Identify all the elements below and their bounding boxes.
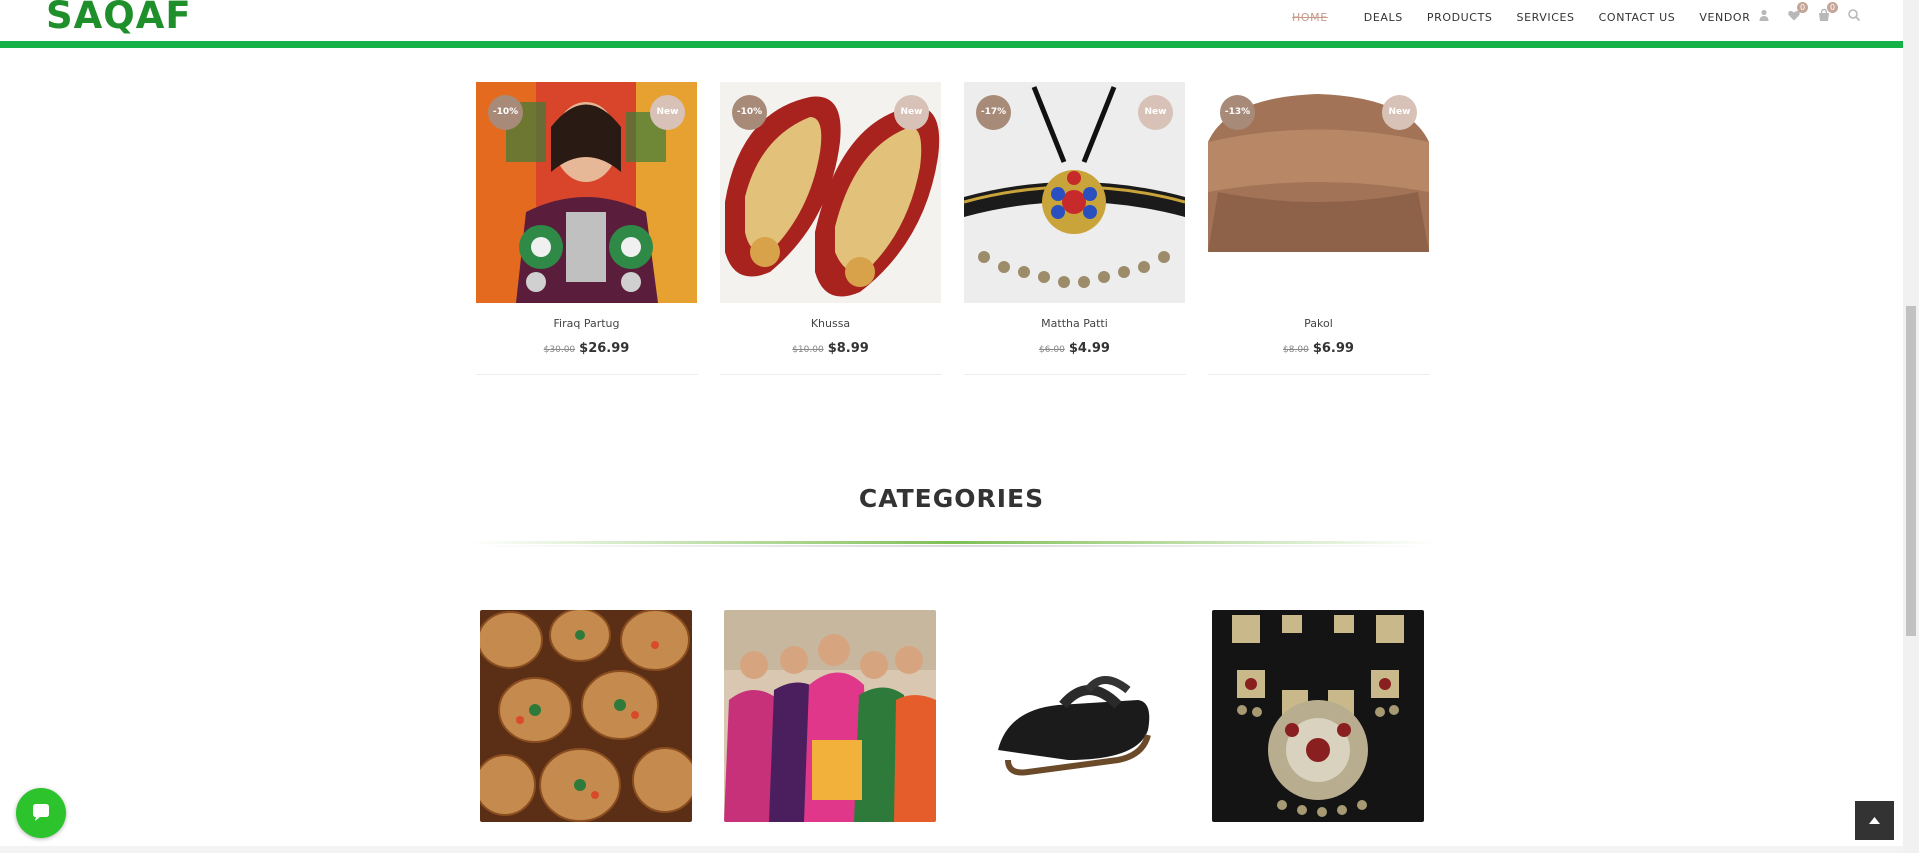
necklace-image[interactable] xyxy=(1212,610,1424,822)
old-price: $6.00 xyxy=(1039,345,1065,355)
site-header: SAQAF HOME DEALS PRODUCTS SERVICES CONTA… xyxy=(0,0,1903,41)
product-image[interactable]: -13% New xyxy=(1208,82,1429,303)
product-image[interactable]: -17% New xyxy=(964,82,1185,303)
old-price: $10.00 xyxy=(792,345,824,355)
heading-divider-shadow xyxy=(471,545,1435,547)
product-name[interactable]: Firaq Partug xyxy=(476,317,697,330)
new-badge: New xyxy=(894,95,929,130)
sandal-image[interactable] xyxy=(968,610,1180,822)
old-price: $30.00 xyxy=(543,345,576,355)
current-price: $4.99 xyxy=(1068,341,1110,356)
discount-badge: -10% xyxy=(732,95,767,130)
heading-divider xyxy=(471,541,1435,544)
discount-badge: -10% xyxy=(488,95,523,130)
cart-count-badge: 0 xyxy=(1827,2,1838,13)
user-icon[interactable] xyxy=(1757,8,1771,22)
header-icons: 0 0 xyxy=(1757,2,1877,22)
site-logo[interactable]: SAQAF xyxy=(46,0,192,37)
new-badge: New xyxy=(1382,95,1417,130)
nav-home[interactable]: HOME xyxy=(1280,11,1340,24)
pottery-image[interactable] xyxy=(480,610,692,822)
old-price: $8.00 xyxy=(1283,345,1309,355)
new-badge: New xyxy=(1138,95,1173,130)
chat-button[interactable] xyxy=(16,788,66,838)
product-image[interactable]: -10% New xyxy=(720,82,941,303)
main-nav: HOME DEALS PRODUCTS SERVICES CONTACT US … xyxy=(1292,11,1774,24)
nav-products[interactable]: PRODUCTS xyxy=(1427,11,1493,24)
discount-badge: -13% xyxy=(1220,95,1255,130)
girls-image[interactable] xyxy=(724,610,936,822)
cart-icon[interactable]: 0 xyxy=(1817,2,1838,22)
nav-services[interactable]: SERVICES xyxy=(1516,11,1574,24)
product-price: $30.00 $26.99 xyxy=(476,337,697,356)
arrow-up-icon xyxy=(1869,817,1880,824)
page-scrollbar[interactable] xyxy=(1903,0,1919,853)
current-price: $8.99 xyxy=(827,341,869,356)
product-image[interactable]: -10% New xyxy=(476,82,697,303)
nav-vendor[interactable]: VENDOR xyxy=(1699,11,1750,24)
chat-icon xyxy=(33,804,49,821)
product-price: $10.00 $8.99 xyxy=(720,337,941,356)
product-name[interactable]: Khussa xyxy=(720,317,941,330)
nav-contact-us[interactable]: CONTACT US xyxy=(1599,11,1676,24)
product-name[interactable]: Mattha Patti xyxy=(964,317,1185,330)
nav-deals[interactable]: DEALS xyxy=(1364,11,1403,24)
discount-badge: -17% xyxy=(976,95,1011,130)
product-card[interactable]: -10% New Khussa $10.00 $8.99 xyxy=(720,82,942,375)
categories-heading: CATEGORIES xyxy=(858,484,1045,513)
back-to-top-button[interactable] xyxy=(1855,801,1894,840)
search-icon[interactable] xyxy=(1847,8,1861,22)
scrollbar-thumb[interactable] xyxy=(1906,306,1916,636)
product-name[interactable]: Pakol xyxy=(1208,317,1429,330)
footer-edge xyxy=(0,846,1903,853)
new-badge: New xyxy=(650,95,685,130)
current-price: $6.99 xyxy=(1312,341,1354,356)
product-price: $8.00 $6.99 xyxy=(1208,337,1429,356)
current-price: $26.99 xyxy=(579,341,630,356)
wishlist-count-badge: 0 xyxy=(1797,2,1808,13)
heart-icon[interactable]: 0 xyxy=(1787,2,1808,22)
product-price: $6.00 $4.99 xyxy=(964,337,1185,356)
product-card[interactable]: -17% New Mattha Patti $6.00 $4.99 xyxy=(964,82,1186,375)
product-card[interactable]: -10% New Firaq Partug $30.00 $26.99 xyxy=(476,82,698,375)
product-card[interactable]: -13% New Pakol $8.00 $6.99 xyxy=(1208,82,1430,375)
header-accent-bar xyxy=(0,41,1903,48)
